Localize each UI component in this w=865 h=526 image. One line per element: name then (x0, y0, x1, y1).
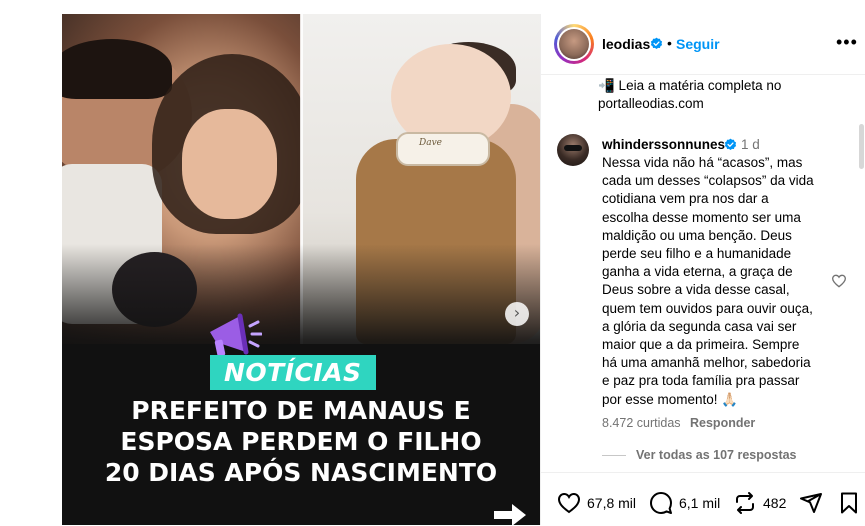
caption-line: 📲 Leia a matéria completa no (598, 78, 782, 93)
heart-icon[interactable] (557, 491, 581, 515)
comment-line: cotidiana vem pra nos dar a (602, 191, 769, 207)
comment-line: escolha desse momento ser uma (602, 209, 801, 225)
photo-man-hair (62, 39, 172, 99)
likes-count[interactable]: 67,8 mil (587, 495, 636, 511)
headline-line: 20 DIAS APÓS NASCIMENTO (104, 458, 498, 487)
comment-line: por esse momento! 🙏🏻 (602, 391, 739, 407)
post-media[interactable]: Dave NOTÍCIAS PREFEITO DE MANAUS E ESPOS… (62, 14, 540, 525)
headline-line: PREFEITO DE MANAUS E (131, 396, 471, 425)
post-header: leodias • Seguir ••• (541, 14, 865, 75)
view-replies-button[interactable]: Ver todas as 107 respostas (636, 448, 797, 462)
reply-button[interactable]: Responder (690, 416, 755, 430)
news-tag: NOTÍCIAS (210, 355, 376, 390)
post-side-panel: leodias • Seguir ••• 📲 Leia a matéria co… (540, 14, 865, 525)
comment-likes-count[interactable]: 8.472 curtidas (602, 416, 681, 430)
comment-icon[interactable] (649, 491, 673, 515)
commenter-avatar[interactable] (557, 134, 589, 166)
comment-line: cada um desses “colapsos” da vida (602, 173, 814, 189)
comments-count[interactable]: 6,1 mil (679, 495, 720, 511)
comment-line: maldição ou uma benção. Deus (602, 227, 792, 243)
header-separator: • (667, 35, 672, 51)
comment-body: Nessa vida não há “acasos”, mas cada um … (602, 154, 827, 409)
verified-icon (650, 37, 663, 50)
bottom-fade (62, 244, 540, 364)
comment-line: Nessa vida não há “acasos”, mas (602, 155, 803, 170)
comment-line: a glória da segunda casa vai ser (602, 318, 797, 334)
author-username[interactable]: leodias (602, 36, 650, 52)
comment-like-heart-icon[interactable] (831, 273, 847, 289)
post-actions-bar: 67,8 mil 6,1 mil 482 (541, 472, 865, 526)
author-avatar[interactable] (554, 24, 594, 64)
save-icon[interactable] (837, 491, 861, 515)
comment-timestamp[interactable]: 1 d (741, 137, 760, 152)
comment-line: e paz pra toda família pra passar (602, 373, 800, 389)
comment-line: maior que a da primeira. Sempre (602, 337, 800, 353)
avatar-inner (557, 27, 591, 61)
replies-divider (602, 455, 626, 456)
comment-line: perde seu filho e a humanidade (602, 246, 792, 262)
next-arrow-icon (494, 504, 526, 525)
photo-baby-collar (396, 132, 490, 166)
comment-line: quem tem ouvidos para ouvir ouça, (602, 300, 813, 316)
post-headline: PREFEITO DE MANAUS E ESPOSA PERDEM O FIL… (62, 395, 540, 488)
avatar-glasses (564, 145, 582, 151)
verified-icon (724, 138, 737, 151)
next-slide-button[interactable]: › (505, 302, 529, 326)
headline-line: ESPOSA PERDEM O FILHO (120, 427, 482, 456)
comments-scrollbar[interactable] (859, 124, 864, 169)
caption-link[interactable]: portalleodias.com (598, 95, 704, 113)
left-gutter (0, 0, 62, 525)
comment-line: há uma amanhã melhor, sabedoria (602, 355, 811, 371)
chevron-right-icon: › (513, 303, 521, 322)
reposts-count[interactable]: 482 (763, 495, 786, 511)
comment-line: ganha a vida eterna, a graça de (602, 264, 793, 280)
commenter-username[interactable]: whinderssonnunes (602, 137, 725, 152)
avatar-image (559, 29, 589, 59)
follow-button[interactable]: Seguir (676, 36, 720, 52)
collar-embroidery: Dave (419, 138, 442, 148)
more-icon[interactable]: ••• (836, 32, 858, 53)
comment-line: Deus sobre a vida desse casal, (602, 282, 790, 298)
repost-icon[interactable] (733, 491, 757, 515)
share-icon[interactable] (799, 491, 823, 515)
photo-woman-face (182, 109, 277, 219)
